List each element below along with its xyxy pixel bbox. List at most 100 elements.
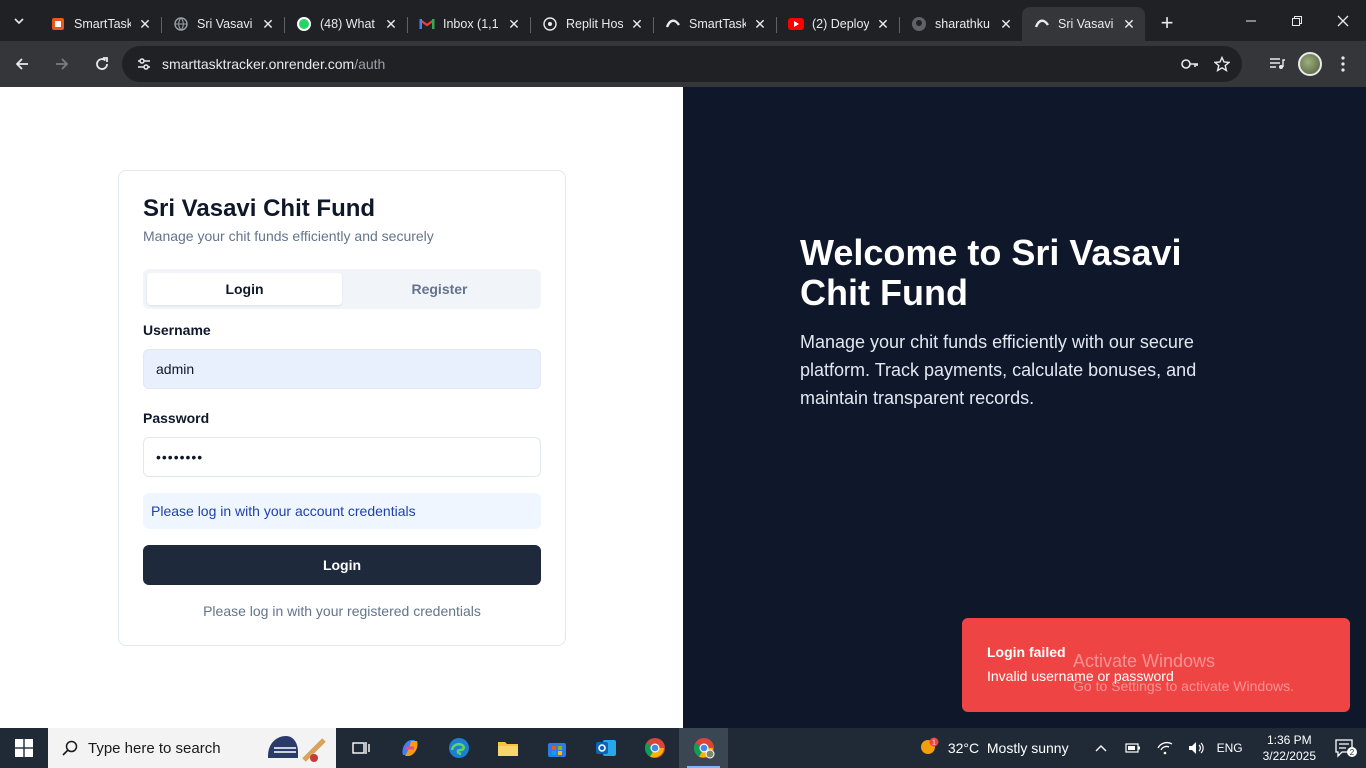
chrome-button[interactable] (630, 728, 679, 768)
watermark-line2: Go to Settings to activate Windows. (1073, 678, 1294, 694)
close-window-button[interactable] (1320, 0, 1366, 41)
windows-logo-icon (15, 739, 33, 757)
profile-avatar[interactable] (1298, 52, 1322, 76)
chevron-up-icon[interactable] (1085, 744, 1117, 752)
tab-search-button[interactable] (0, 0, 38, 41)
whatsapp-icon (296, 16, 312, 32)
tab-register[interactable]: Register (342, 273, 537, 305)
arrow-left-icon (15, 58, 28, 70)
url-domain: smarttasktracker.onrender.com (162, 56, 355, 72)
password-key-icon[interactable] (1178, 52, 1202, 76)
minimize-button[interactable] (1228, 0, 1274, 41)
replit-icon (542, 16, 558, 32)
reload-button[interactable] (84, 46, 120, 82)
card-subtitle: Manage your chit funds efficiently and s… (143, 228, 434, 244)
media-control-icon[interactable] (1262, 46, 1292, 82)
task-view-icon (351, 742, 370, 754)
close-icon[interactable]: ✕ (137, 16, 153, 32)
tab-title: Sri Vasavi (197, 17, 253, 31)
toolbar-right (1262, 46, 1358, 82)
gmail-icon (419, 16, 435, 32)
url-text: smarttasktracker.onrender.com/auth (162, 56, 385, 72)
start-button[interactable] (0, 728, 48, 768)
notification-icon: 2 (1335, 739, 1357, 758)
notification-count: 2 (1350, 748, 1355, 757)
github-icon (911, 16, 927, 32)
store-button[interactable] (532, 728, 581, 768)
back-button[interactable] (4, 46, 40, 82)
language-indicator[interactable]: ENG (1217, 741, 1243, 755)
folder-icon (497, 742, 518, 756)
taskbar-search[interactable]: Type here to search (48, 728, 336, 768)
username-label: Username (143, 322, 211, 338)
restore-icon (1292, 15, 1302, 26)
watermark-line1: Activate Windows (1073, 651, 1216, 671)
tab-replit[interactable]: Replit Hos ✕ (530, 7, 653, 41)
tab-gmail[interactable]: Inbox (1,1 ✕ (407, 7, 530, 41)
site-info-icon[interactable] (132, 52, 156, 76)
tab-youtube[interactable]: (2) Deploy ✕ (776, 7, 899, 41)
chevron-down-icon (14, 17, 24, 24)
tab-sri-vasavi-1[interactable]: Sri Vasavi ✕ (161, 7, 284, 41)
close-icon[interactable]: ✕ (875, 16, 891, 32)
wifi-icon[interactable] (1149, 741, 1181, 755)
sun-cloud-icon: 1 (920, 737, 939, 754)
close-icon[interactable]: ✕ (260, 16, 276, 32)
tab-whatsapp[interactable]: (48) What ✕ (284, 7, 407, 41)
notification-center-button[interactable]: 2 (1326, 738, 1366, 758)
bookmark-star-icon[interactable] (1210, 52, 1234, 76)
username-input[interactable]: admin (143, 349, 541, 389)
tab-title: SmartTask (689, 17, 746, 31)
render-icon (1034, 16, 1050, 32)
copilot-icon (401, 740, 418, 756)
card-title: Sri Vasavi Chit Fund (143, 195, 376, 222)
weather-widget[interactable]: 1 32°C Mostly sunny (918, 737, 1069, 759)
tab-title: (2) Deploy (812, 17, 869, 31)
arrow-right-icon (56, 58, 69, 70)
outlook-icon (595, 740, 616, 756)
cricket-helmet-icon (268, 736, 326, 762)
forward-button[interactable] (44, 46, 80, 82)
tab-github[interactable]: sharathku ✕ (899, 7, 1022, 41)
file-explorer-button[interactable] (483, 728, 532, 768)
tab-smarttask-2[interactable]: SmartTask ✕ (653, 7, 776, 41)
tab-title: Sri Vasavi (1058, 17, 1114, 31)
close-icon[interactable]: ✕ (383, 16, 399, 32)
windows-taskbar: Type here to search 1 32°C Mostly sunny … (0, 728, 1366, 768)
copilot-button[interactable] (385, 728, 434, 768)
hero-text: Manage your chit funds efficiently with … (800, 332, 1197, 408)
close-icon[interactable]: ✕ (752, 16, 768, 32)
browser-toolbar: smarttasktracker.onrender.com/auth (0, 41, 1366, 87)
browser-tab-bar: SmartTask ✕ Sri Vasavi ✕ (48) What ✕ Inb… (0, 0, 1366, 41)
tab-login[interactable]: Login (147, 273, 342, 305)
close-icon[interactable]: ✕ (506, 16, 522, 32)
render-icon (665, 16, 681, 32)
address-bar[interactable]: smarttasktracker.onrender.com/auth (122, 46, 1242, 82)
tab-sri-vasavi-active[interactable]: Sri Vasavi ✕ (1022, 7, 1145, 41)
chrome-profile-button[interactable] (679, 728, 728, 768)
new-tab-button[interactable]: + (1151, 7, 1183, 39)
close-icon[interactable]: ✕ (998, 16, 1014, 32)
close-icon[interactable]: ✕ (1121, 16, 1137, 32)
omnibox-actions (1178, 52, 1234, 76)
search-placeholder: Type here to search (88, 739, 221, 757)
tab-title: sharathku (935, 17, 990, 31)
url-path: /auth (354, 56, 386, 72)
kebab-menu-icon[interactable] (1328, 46, 1358, 82)
tab-smarttask-1[interactable]: SmartTask ✕ (38, 7, 161, 41)
footer-text: Please log in with your registered crede… (203, 603, 481, 619)
clock-date: 3/22/2025 (1262, 749, 1316, 763)
battery-icon[interactable] (1117, 743, 1149, 753)
login-button[interactable]: Login (143, 545, 541, 585)
outlook-button[interactable] (581, 728, 630, 768)
clock[interactable]: 1:36 PM 3/22/2025 (1263, 732, 1316, 764)
restore-button[interactable] (1274, 0, 1320, 41)
edge-button[interactable] (434, 728, 483, 768)
close-icon[interactable]: ✕ (629, 16, 645, 32)
tab-title: Inbox (1,1 (443, 17, 499, 31)
volume-icon[interactable] (1181, 741, 1213, 755)
render-icon (50, 16, 66, 32)
task-view-button[interactable] (336, 728, 385, 768)
password-input[interactable]: •••••••• (143, 437, 541, 477)
tab-title: SmartTask (74, 17, 131, 31)
